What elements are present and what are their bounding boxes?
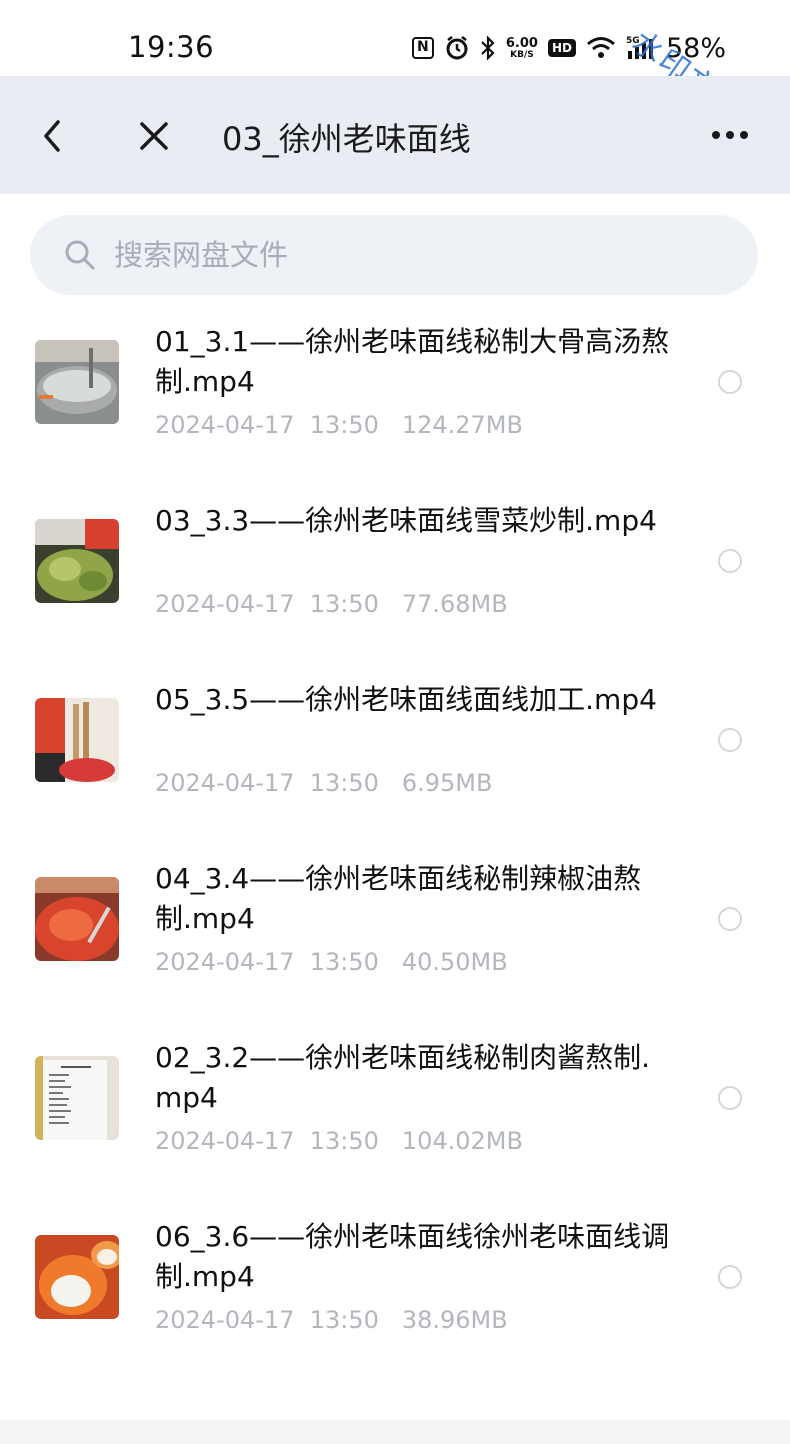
file-name: 01_3.1——徐州老味面线秘制大骨高汤熬制.mp4 [155, 325, 670, 398]
file-name: 06_3.6——徐州老味面线徐州老味面线调制.mp4 [155, 1220, 670, 1293]
file-meta: 2024-04-17 13:50 6.95MB [155, 769, 492, 797]
search-icon [65, 240, 95, 270]
video-thumbnail [35, 1235, 119, 1319]
file-size: 104.02MB [401, 1127, 523, 1155]
video-thumbnail [35, 877, 119, 961]
select-radio[interactable] [718, 370, 742, 394]
file-item[interactable]: 04_3.4——徐州老味面线秘制辣椒油熬制.mp4 2024-04-17 13:… [0, 847, 790, 1026]
select-radio[interactable] [718, 1086, 742, 1110]
file-time: 13:50 [309, 1306, 379, 1334]
file-date: 2024-04-17 [155, 948, 295, 976]
chevron-left-icon [44, 120, 60, 152]
top-navigation: 03_徐州老味面线 [0, 76, 790, 194]
bottom-bar [0, 1420, 790, 1444]
file-time: 13:50 [309, 769, 379, 797]
file-item[interactable]: 06_3.6——徐州老味面线徐州老味面线调制.mp4 2024-04-17 13… [0, 1205, 790, 1384]
file-item[interactable]: 01_3.1——徐州老味面线秘制大骨高汤熬制.mp4 2024-04-17 13… [0, 310, 790, 489]
close-icon [140, 122, 168, 150]
file-meta: 2024-04-17 13:50 77.68MB [155, 590, 508, 618]
more-icon [712, 131, 748, 139]
file-size: 38.96MB [401, 1306, 508, 1334]
back-button[interactable] [34, 114, 74, 158]
file-meta: 2024-04-17 13:50 104.02MB [155, 1127, 523, 1155]
file-date: 2024-04-17 [155, 1127, 295, 1155]
bluetooth-icon [480, 35, 496, 61]
speed-value: 6.00 [505, 35, 538, 51]
file-time: 13:50 [309, 590, 379, 618]
file-size: 124.27MB [401, 411, 523, 439]
nfc-icon: N [411, 37, 434, 59]
file-time: 13:50 [309, 948, 379, 976]
file-date: 2024-04-17 [155, 411, 295, 439]
video-thumbnail [35, 519, 119, 603]
hd-badge: HD [547, 39, 576, 57]
file-name: 05_3.5——徐州老味面线面线加工.mp4 [155, 683, 657, 716]
file-date: 2024-04-17 [155, 590, 295, 618]
video-thumbnail [35, 698, 119, 782]
more-button[interactable] [706, 124, 758, 146]
speed-unit: KB/S [510, 49, 534, 60]
file-list: 01_3.1——徐州老味面线秘制大骨高汤熬制.mp4 2024-04-17 13… [0, 310, 790, 1384]
page-title: 03_徐州老味面线 [222, 120, 471, 158]
file-item[interactable]: 03_3.3——徐州老味面线雪菜炒制.mp4 2024-04-17 13:50 … [0, 489, 790, 668]
close-button[interactable] [132, 114, 176, 158]
select-radio[interactable] [718, 549, 742, 573]
file-item[interactable]: 05_3.5——徐州老味面线面线加工.mp4 2024-04-17 13:50 … [0, 668, 790, 847]
search-input[interactable] [114, 230, 714, 280]
file-size: 77.68MB [401, 590, 508, 618]
file-name: 02_3.2——徐州老味面线秘制肉酱熬制.mp4 [155, 1041, 651, 1114]
search-bar[interactable] [30, 215, 758, 295]
alarm-icon [444, 35, 470, 61]
select-radio[interactable] [718, 907, 742, 931]
file-name: 03_3.3——徐州老味面线雪菜炒制.mp4 [155, 504, 657, 537]
file-time: 13:50 [309, 1127, 379, 1155]
select-radio[interactable] [718, 1265, 742, 1289]
file-size: 40.50MB [401, 948, 508, 976]
file-name: 04_3.4——徐州老味面线秘制辣椒油熬制.mp4 [155, 862, 642, 935]
video-thumbnail [35, 340, 119, 424]
file-size: 6.95MB [401, 769, 493, 797]
file-time: 13:50 [309, 411, 379, 439]
file-date: 2024-04-17 [155, 769, 295, 797]
select-radio[interactable] [718, 728, 742, 752]
file-meta: 2024-04-17 13:50 124.27MB [155, 411, 523, 439]
status-time: 19:36 [128, 30, 215, 64]
file-meta: 2024-04-17 13:50 40.50MB [155, 948, 508, 976]
video-thumbnail [35, 1056, 119, 1140]
status-bar: 19:36 N 6.00 KB/S HD 5G 58% 水印文字 [0, 0, 790, 127]
file-item[interactable]: 02_3.2——徐州老味面线秘制肉酱熬制.mp4 2024-04-17 13:5… [0, 1026, 790, 1205]
file-date: 2024-04-17 [155, 1306, 295, 1334]
wifi-icon [586, 36, 616, 60]
network-speed: 6.00 KB/S [506, 37, 538, 60]
file-meta: 2024-04-17 13:50 38.96MB [155, 1306, 508, 1334]
